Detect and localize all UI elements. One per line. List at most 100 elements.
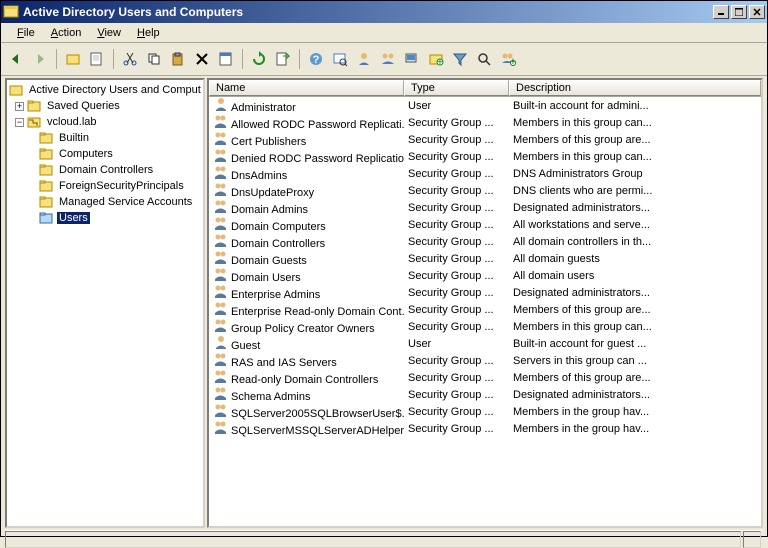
row-type: Security Group ... [404,287,509,299]
properties-button[interactable] [86,48,108,70]
list-row[interactable]: Domain UsersSecurity Group ...All domain… [209,267,761,284]
tree-node-managed-service-accounts[interactable]: Managed Service Accounts [9,194,201,210]
list-row[interactable]: Domain ControllersSecurity Group ...All … [209,233,761,250]
group-icon [213,233,229,247]
list-row[interactable]: Allowed RODC Password Replicati...Securi… [209,114,761,131]
properties-icon[interactable] [215,48,237,70]
filter-button[interactable] [449,48,471,70]
menu-action[interactable]: Action [43,25,90,41]
menu-view[interactable]: View [89,25,129,41]
export-button[interactable] [272,48,294,70]
user-icon [213,97,229,111]
add-ou-button[interactable]: + [425,48,447,70]
row-type: Security Group ... [404,185,509,197]
list-row[interactable]: SQLServer2005SQLBrowserUser$...Security … [209,403,761,420]
add-computer-button[interactable] [401,48,423,70]
search-button[interactable] [473,48,495,70]
list-row[interactable]: RAS and IAS ServersSecurity Group ...Ser… [209,352,761,369]
list-body[interactable]: AdministratorUserBuilt-in account for ad… [209,97,761,526]
tree-saved-queries-label: Saved Queries [45,100,122,112]
row-name: Read-only Domain Controllers [231,374,378,386]
row-desc: Members in the group hav... [509,406,761,418]
tree-label: Domain Controllers [57,164,155,176]
tree-node-foreignsecurityprincipals[interactable]: ForeignSecurityPrincipals [9,178,201,194]
expand-toggle[interactable]: + [15,102,24,111]
group-icon-btn[interactable] [377,48,399,70]
list-row[interactable]: Enterprise AdminsSecurity Group ...Desig… [209,284,761,301]
row-desc: DNS clients who are permi... [509,185,761,197]
folder-icon [39,131,55,145]
row-name: Domain Controllers [231,238,325,250]
row-desc: Servers in this group can ... [509,355,761,367]
tree-domain[interactable]: − vcloud.lab [9,114,201,130]
list-row[interactable]: Domain ComputersSecurity Group ...All wo… [209,216,761,233]
paste-button[interactable] [167,48,189,70]
user-icon[interactable] [353,48,375,70]
list-row[interactable]: Read-only Domain ControllersSecurity Gro… [209,369,761,386]
row-name: Enterprise Admins [231,289,320,301]
up-button[interactable] [62,48,84,70]
add-group-button[interactable]: + [497,48,519,70]
forward-button[interactable] [29,48,51,70]
group-icon [213,131,229,145]
menu-file[interactable]: File [9,25,43,41]
close-button[interactable] [749,5,765,19]
list-row[interactable]: Domain GuestsSecurity Group ...All domai… [209,250,761,267]
collapse-toggle[interactable]: − [15,118,24,127]
menubar: File Action View Help [1,23,767,43]
list-row[interactable]: AdministratorUserBuilt-in account for ad… [209,97,761,114]
col-type[interactable]: Type [404,80,509,96]
tree-node-domain-controllers[interactable]: Domain Controllers [9,162,201,178]
find-button[interactable] [329,48,351,70]
folder-icon [39,179,55,193]
tree-label: Users [57,212,90,224]
list-row[interactable]: Group Policy Creator OwnersSecurity Grou… [209,318,761,335]
row-type: Security Group ... [404,202,509,214]
tree-root[interactable]: Active Directory Users and Comput [9,82,201,98]
row-type: Security Group ... [404,168,509,180]
list-panel: Name Type Description AdministratorUserB… [207,78,763,528]
delete-button[interactable] [191,48,213,70]
col-name[interactable]: Name [209,80,404,96]
row-type: User [404,338,509,350]
cut-button[interactable] [119,48,141,70]
list-row[interactable]: Cert PublishersSecurity Group ...Members… [209,131,761,148]
row-type: Security Group ... [404,134,509,146]
row-name: DnsUpdateProxy [231,187,314,199]
row-name: Denied RODC Password Replicatio... [231,153,404,165]
list-row[interactable]: Schema AdminsSecurity Group ...Designate… [209,386,761,403]
list-row[interactable]: DnsAdminsSecurity Group ...DNS Administr… [209,165,761,182]
tree-label: Builtin [57,132,91,144]
row-desc: All domain users [509,270,761,282]
list-row[interactable]: Domain AdminsSecurity Group ...Designate… [209,199,761,216]
list-row[interactable]: SQLServerMSSQLServerADHelper...Security … [209,420,761,437]
row-name: Allowed RODC Password Replicati... [231,119,404,131]
group-icon [213,267,229,281]
refresh-button[interactable] [248,48,270,70]
tree-node-users[interactable]: Users [9,210,201,226]
back-button[interactable] [5,48,27,70]
row-name: Domain Guests [231,255,307,267]
row-type: Security Group ... [404,423,509,435]
maximize-button[interactable] [731,5,747,19]
tree-label: Managed Service Accounts [57,196,194,208]
list-row[interactable]: GuestUserBuilt-in account for guest ... [209,335,761,352]
menu-help[interactable]: Help [129,25,168,41]
tree-panel[interactable]: Active Directory Users and Comput + Save… [5,78,205,528]
row-type: Security Group ... [404,151,509,163]
tree-saved-queries[interactable]: + Saved Queries [9,98,201,114]
row-desc: Members in this group can... [509,321,761,333]
list-row[interactable]: Enterprise Read-only Domain Cont...Secur… [209,301,761,318]
minimize-button[interactable] [713,5,729,19]
help-button[interactable]: ? [305,48,327,70]
row-type: Security Group ... [404,219,509,231]
col-description[interactable]: Description [509,80,761,96]
copy-button[interactable] [143,48,165,70]
row-desc: Members in the group hav... [509,423,761,435]
list-row[interactable]: Denied RODC Password Replicatio...Securi… [209,148,761,165]
tree-node-computers[interactable]: Computers [9,146,201,162]
row-type: Security Group ... [404,117,509,129]
status-grip [743,531,761,548]
list-row[interactable]: DnsUpdateProxy Security Group ...DNS clie… [209,182,761,199]
tree-node-builtin[interactable]: Builtin [9,130,201,146]
